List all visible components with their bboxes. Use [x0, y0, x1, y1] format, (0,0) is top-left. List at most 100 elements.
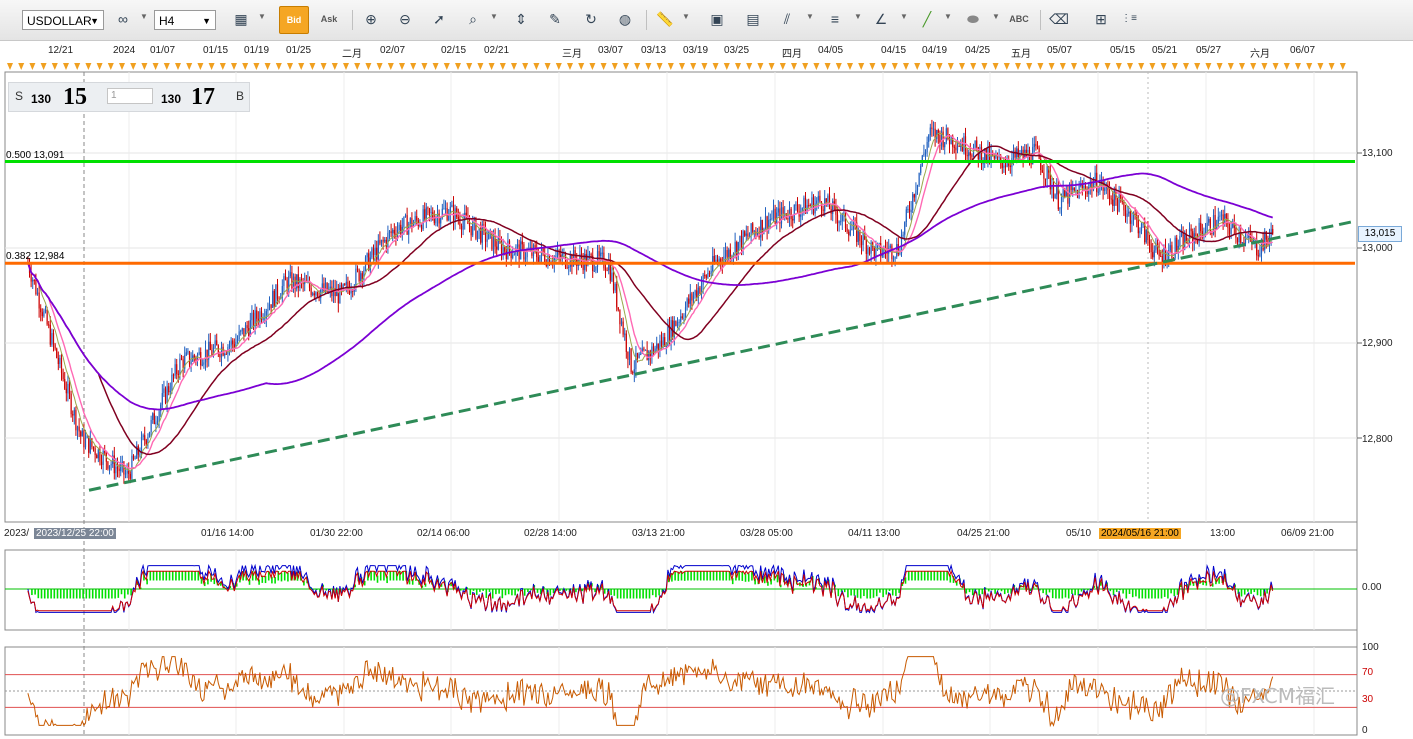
- candle-body: [912, 194, 914, 211]
- date-tick-marker: [858, 63, 865, 70]
- candle-body: [171, 374, 173, 392]
- candle-body: [118, 468, 120, 472]
- candle-body: [315, 292, 317, 296]
- date-tick-marker: [701, 63, 708, 70]
- candle-body: [1241, 242, 1243, 244]
- candle-body: [1200, 222, 1202, 232]
- candle-body: [819, 195, 821, 202]
- candle-body: [1169, 245, 1171, 251]
- date-tick-marker: [96, 63, 103, 70]
- macd-bar: [59, 589, 62, 599]
- candle-body: [198, 352, 200, 355]
- candle-body: [1208, 218, 1210, 223]
- date-tick-marker: [1306, 63, 1313, 70]
- sell-price[interactable]: 15: [63, 84, 87, 111]
- buy-prefix: 130: [161, 92, 182, 106]
- candle-body: [958, 145, 960, 147]
- candle-body: [419, 225, 421, 227]
- macd-bar: [1058, 589, 1060, 599]
- candle-body: [374, 247, 376, 255]
- macd-bar: [1007, 589, 1009, 593]
- macd-bar: [1147, 589, 1150, 599]
- candle-body: [139, 454, 141, 456]
- candle-body: [1179, 236, 1181, 246]
- date-tick-marker: [959, 63, 965, 70]
- amount-field[interactable]: 1: [107, 88, 153, 104]
- candle-body: [1235, 227, 1237, 238]
- candle-body: [796, 204, 799, 212]
- candle-body: [76, 426, 79, 431]
- candle-body: [80, 431, 82, 437]
- macd-bar: [1125, 589, 1128, 599]
- macd-bar: [619, 589, 622, 599]
- date-tick-marker: [477, 63, 484, 70]
- candle-body: [409, 218, 411, 225]
- macd-bar: [1141, 589, 1144, 599]
- candle-body: [971, 155, 973, 157]
- candle-body: [243, 328, 245, 337]
- candle-body: [142, 435, 144, 437]
- macd-bar: [866, 589, 868, 599]
- candle-body: [747, 233, 749, 237]
- candle-body: [40, 308, 42, 313]
- candle-body: [790, 208, 792, 219]
- macd-bar: [1071, 589, 1073, 594]
- macd-bar: [1250, 589, 1252, 594]
- candle-body: [62, 372, 64, 379]
- candle-body: [289, 272, 291, 277]
- candle-body: [470, 226, 472, 236]
- date-tick-marker: [1328, 63, 1335, 70]
- macd-bar: [98, 589, 100, 599]
- macd-bar: [88, 589, 91, 599]
- macd-bar: [981, 589, 984, 595]
- macd-bar: [837, 589, 840, 597]
- date-tick-marker: [1003, 63, 1010, 70]
- candle-body: [440, 217, 442, 224]
- candle-body: [116, 466, 119, 469]
- date-tick-marker: [1339, 63, 1346, 70]
- candle-body: [1246, 237, 1248, 239]
- candle-body: [985, 148, 987, 161]
- candle-body: [393, 229, 395, 234]
- candle-body: [728, 249, 730, 258]
- candle-body: [539, 255, 541, 263]
- date-tick-marker: [74, 63, 81, 70]
- macd-bar: [171, 571, 174, 581]
- candle-body: [873, 246, 875, 258]
- candle-body: [894, 256, 896, 259]
- candle-body: [422, 209, 424, 230]
- candle-body: [710, 270, 712, 274]
- macd-bar: [191, 571, 193, 581]
- macd-bar: [536, 589, 539, 593]
- macd-bar: [72, 589, 75, 599]
- macd-bar: [1135, 589, 1137, 597]
- candle-body: [689, 293, 691, 304]
- date-tick-marker: [354, 63, 361, 70]
- candle-body: [428, 208, 431, 213]
- candle-body: [793, 204, 795, 221]
- candle-body: [1152, 252, 1154, 258]
- date-tick-marker: [421, 63, 428, 70]
- candle-body: [968, 152, 970, 157]
- candle-body: [593, 270, 595, 272]
- candle-body: [224, 353, 226, 356]
- date-tick-marker: [1082, 63, 1089, 70]
- candle-body: [915, 190, 917, 198]
- candle-body: [913, 194, 915, 198]
- candle-body: [1081, 184, 1083, 189]
- date-tick-marker: [1261, 63, 1268, 70]
- candle-body: [840, 221, 842, 223]
- macd-bar: [623, 589, 625, 599]
- date-tick-marker: [757, 63, 764, 70]
- macd-bar: [1122, 589, 1124, 594]
- candle-body: [686, 298, 688, 308]
- macd-bar: [709, 571, 712, 581]
- macd-bar: [1163, 589, 1166, 597]
- macd-bar: [1157, 589, 1160, 599]
- candle-body: [443, 208, 445, 210]
- buy-price[interactable]: 17: [191, 84, 215, 111]
- candle-body: [640, 353, 642, 355]
- candle-body: [635, 353, 637, 370]
- candle-body: [252, 312, 255, 327]
- candle-body: [236, 339, 239, 342]
